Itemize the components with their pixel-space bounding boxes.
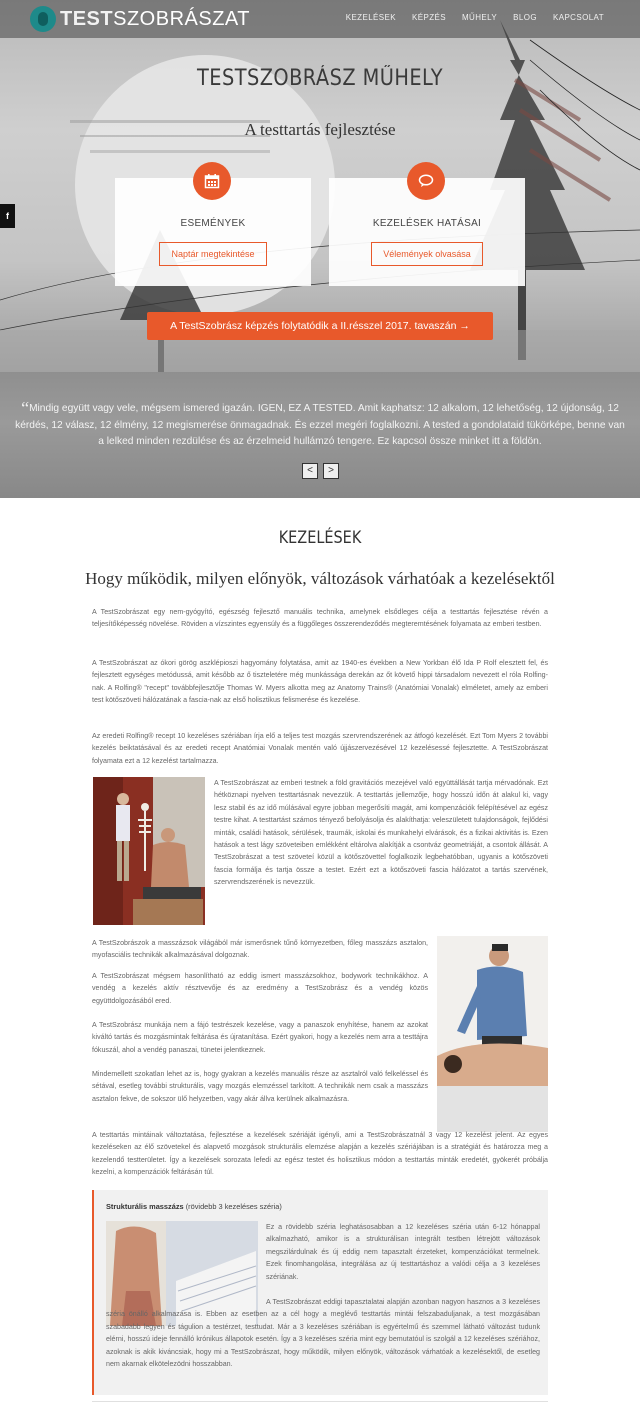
testimonial-quote: “Mindig együtt vagy vele, mégsem ismered… bbox=[12, 398, 628, 451]
structural-massage-note: (rövidebb 3 kezeléses széria) bbox=[183, 1202, 282, 1211]
therapist-treatment-photo bbox=[437, 936, 548, 1132]
paragraph-techniques: Mindemellett szokatlan lehet az is, hogy… bbox=[92, 1070, 428, 1103]
structural-massage-paragraph-2: A TestSzobrászat eddigi tapasztalatai al… bbox=[106, 1296, 540, 1370]
nav-item-blog[interactable]: BLOG bbox=[513, 13, 537, 22]
facebook-share-button[interactable]: f bbox=[0, 204, 15, 228]
paragraph-posture: A TestSzobrászat az emberi testnek a föl… bbox=[214, 779, 548, 887]
testimonial-slider: “Mindig együtt vagy vele, mégsem ismered… bbox=[0, 372, 640, 498]
hero-title: TESTSZOBRÁSZ MŰHELY bbox=[197, 66, 443, 91]
treatment-effects-card-title: KEZELÉSEK HATÁSAI bbox=[372, 218, 482, 229]
slider-prev-button[interactable]: < bbox=[302, 463, 318, 479]
logo-figure-icon bbox=[30, 6, 56, 32]
nav-item-kapcsolat[interactable]: KAPCSOLAT bbox=[553, 13, 604, 22]
nav-item-kezelesek[interactable]: KEZELÉSEK bbox=[346, 13, 396, 22]
nav-item-muhely[interactable]: MŰHELY bbox=[462, 13, 497, 22]
events-card-title: ESEMÉNYEK bbox=[180, 218, 246, 229]
paragraph-massage-table: A TestSzobrászok a masszázsok világából … bbox=[92, 939, 428, 960]
treatment-effects-card: KEZELÉSEK HATÁSAI Vélemények olvasása bbox=[329, 162, 525, 286]
paragraph-series-need: A testtartás mintáinak változtatása, fej… bbox=[92, 1131, 548, 1177]
quote-mark-icon: “ bbox=[21, 398, 30, 418]
logo-text: SZOBRÁSZAT bbox=[113, 7, 250, 30]
paragraph-history: A TestSzobrászat az ókori görög aszklépi… bbox=[92, 659, 548, 705]
top-navigation: TEST SZOBRÁSZAT KEZELÉSEK KÉPZÉS MŰHELY … bbox=[0, 0, 640, 38]
paragraph-series: Az eredeti Rolfing® recept 10 kezeléses … bbox=[92, 732, 548, 765]
view-calendar-button[interactable]: Naptár megtekintése bbox=[159, 242, 267, 266]
structural-massage-heading: Strukturális masszázs (rövidebb 3 kezelé… bbox=[106, 1202, 282, 1211]
testimonial-text: Mindig együtt vagy vele, mégsem ismered … bbox=[15, 403, 625, 447]
speech-bubble-icon bbox=[407, 162, 445, 200]
training-cta-button[interactable]: A TestSzobrász képzés folytatódik a II.r… bbox=[147, 312, 493, 340]
calendar-icon bbox=[193, 162, 231, 200]
read-reviews-button[interactable]: Vélemények olvasása bbox=[371, 242, 483, 266]
structural-massage-title: Strukturális masszázs bbox=[106, 1202, 184, 1211]
paragraph-work: A TestSzobrász munkája nem a fájó testré… bbox=[92, 1021, 428, 1054]
structural-massage-paragraph-1: Ez a rövidebb széria leghatásosabban a 1… bbox=[266, 1223, 540, 1281]
hero-subtitle: A testtartás fejlesztése bbox=[244, 120, 396, 139]
skeleton-consultation-photo bbox=[93, 777, 205, 925]
structural-massage-box: Strukturális masszázs (rövidebb 3 kezelé… bbox=[92, 1190, 548, 1395]
hero-banner: TEST SZOBRÁSZAT KEZELÉSEK KÉPZÉS MŰHELY … bbox=[0, 0, 640, 372]
logo-text-bold: TEST bbox=[60, 7, 114, 30]
section-title: KEZELÉSEK bbox=[278, 528, 362, 548]
section-subtitle: Hogy működik, milyen előnyök, változások… bbox=[85, 569, 555, 588]
main-menu: KEZELÉSEK KÉPZÉS MŰHELY BLOG KAPCSOLAT bbox=[346, 13, 604, 22]
slider-next-button[interactable]: > bbox=[323, 463, 339, 479]
section-divider bbox=[92, 1401, 548, 1402]
nav-item-kepzes[interactable]: KÉPZÉS bbox=[412, 13, 446, 22]
events-card: ESEMÉNYEK Naptár megtekintése bbox=[115, 162, 311, 286]
paragraph-difference: A TestSzobrászat mégsem hasonlítható az … bbox=[92, 972, 428, 1005]
structural-massage-paragraph-2-text: A TestSzobrászat eddigi tapasztalatai al… bbox=[106, 1298, 540, 1369]
site-logo[interactable]: TEST SZOBRÁSZAT bbox=[30, 6, 250, 32]
paragraph-intro: A TestSzobrászat egy nem-gyógyító, egész… bbox=[92, 608, 548, 629]
